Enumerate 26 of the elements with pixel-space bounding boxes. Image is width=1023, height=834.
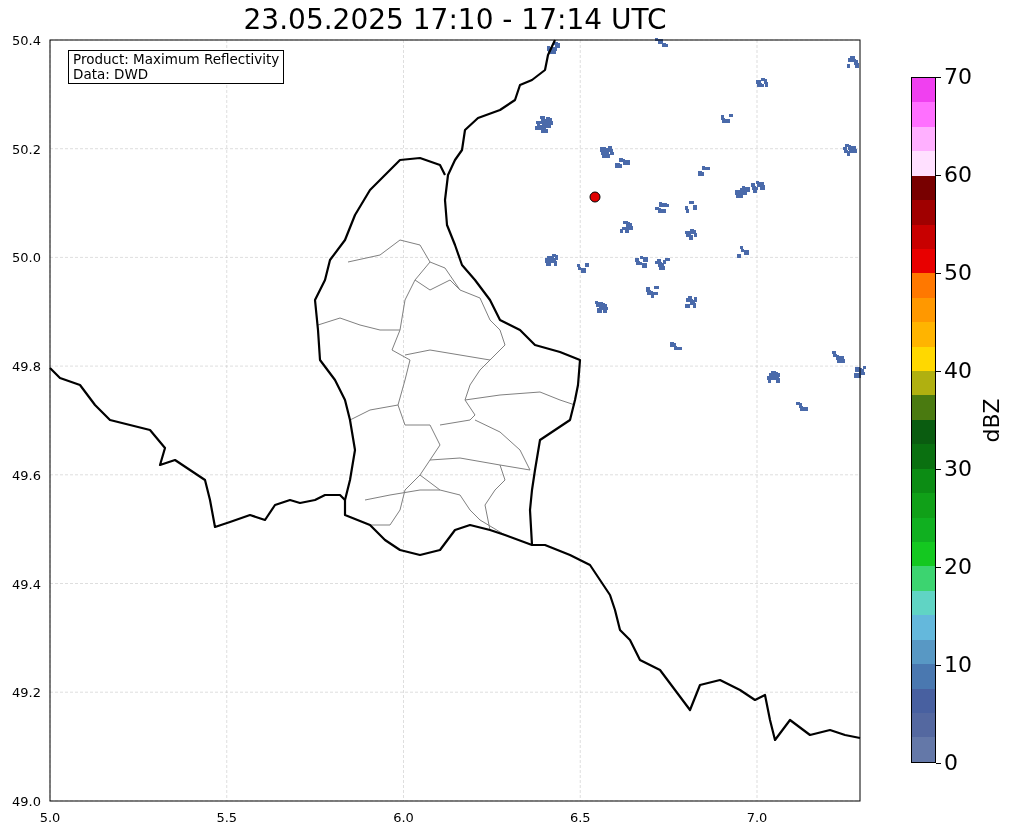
colorbar-tick-label: 20	[944, 554, 972, 580]
y-tick-label: 49.4	[12, 576, 41, 592]
colorbar-tick-label: 70	[944, 64, 972, 90]
y-tick-label: 49.2	[12, 685, 41, 701]
station-marker-icon	[589, 191, 601, 203]
y-tick-label: 49.8	[12, 359, 41, 375]
colorbar-tick-label: 50	[944, 260, 972, 286]
info-text: Data: DWD	[73, 67, 150, 82]
y-tick-label: 50.0	[12, 250, 41, 266]
x-tick-label: 5.5	[216, 810, 238, 825]
y-tick-label: 49.0	[12, 793, 41, 809]
colorbar-tick-label: 30	[944, 456, 972, 482]
x-tick-label: 7.0	[746, 810, 768, 825]
y-tick-label: 50.4	[12, 33, 41, 48]
chart-title: 23.05.2025 17:10 - 17:14 UTC	[243, 2, 667, 38]
x-tick-label: 5.0	[39, 810, 61, 825]
colorbar-tick-label: 40	[944, 358, 972, 384]
colorbar-tick-label: 60	[944, 162, 972, 188]
colorbar-label: dBZ	[977, 397, 1005, 443]
colorbar-tick-label: 10	[944, 652, 972, 678]
y-tick-label: 50.2	[12, 141, 41, 157]
colorbar-tick-label: 0	[944, 750, 958, 776]
y-tick-label: 49.6	[12, 467, 41, 483]
x-tick-label: 6.5	[569, 810, 591, 825]
x-tick-label: 6.0	[393, 810, 414, 825]
info-text: Product: Maximum Reflectivity	[73, 52, 280, 67]
